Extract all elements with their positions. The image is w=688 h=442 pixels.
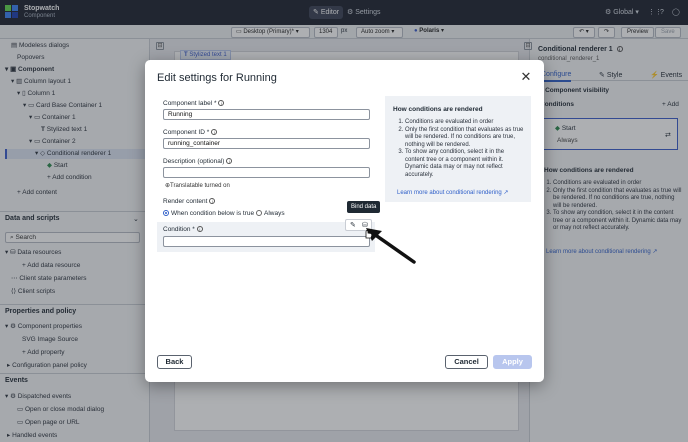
component-id-text: Component ID * [163,129,210,136]
description-input[interactable] [163,167,370,178]
info-icon: i [218,100,225,107]
radio-button[interactable] [256,210,262,217]
help-title: How conditions are rendered [393,106,483,113]
help-panel: How conditions are rendered Conditions a… [385,96,531,202]
help-link[interactable]: Learn more about conditional rendering ↗ [397,189,508,196]
apply-button[interactable]: Apply [493,355,532,369]
radio-when-condition[interactable]: When condition below is true [163,210,254,217]
description-text: Description (optional) [163,158,225,165]
translatable-text: Translatable turned on [170,183,230,189]
close-icon[interactable]: ✕ [519,70,533,84]
radio-when-label: When condition below is true [171,210,255,217]
info-icon: i [226,158,233,165]
component-label-text: Component label * [163,100,217,107]
condition-label-text: Condition * [163,226,195,233]
info-icon: i [209,198,216,205]
help-item: To show any condition, select it in the … [405,149,525,179]
back-button[interactable]: Back [157,355,192,369]
help-item: Only the first condition that evaluates … [405,127,525,150]
pencil-icon[interactable]: ✎ [350,221,356,229]
description-label: Description (optional) i [163,158,233,165]
translatable-note: ⊕Translatable turned on [165,183,230,189]
condition-label: Condition * i [163,226,203,233]
component-id-input[interactable]: running_container [163,138,370,149]
info-icon: i [211,129,218,136]
radio-button-selected[interactable] [163,210,169,217]
component-label-label: Component label * i [163,100,225,107]
condition-input[interactable] [163,236,370,247]
help-link-text: Learn more about conditional rendering [397,190,502,196]
cancel-button[interactable]: Cancel [445,355,488,369]
modal-title: Edit settings for Running [157,72,277,84]
radio-always[interactable]: Always [256,210,285,217]
component-id-label: Component ID * i [163,129,218,136]
info-icon: i [196,226,203,233]
component-label-input[interactable]: Running [163,109,370,120]
help-list: Conditions are evaluated in order Only t… [393,119,525,179]
render-content-label: Render content i [163,198,216,205]
help-item: Conditions are evaluated in order [405,119,525,127]
hand-cursor-icon [365,230,373,239]
bind-data-tooltip: Bind data [347,201,381,213]
render-content-text: Render content [163,198,208,205]
radio-always-label: Always [264,210,285,217]
